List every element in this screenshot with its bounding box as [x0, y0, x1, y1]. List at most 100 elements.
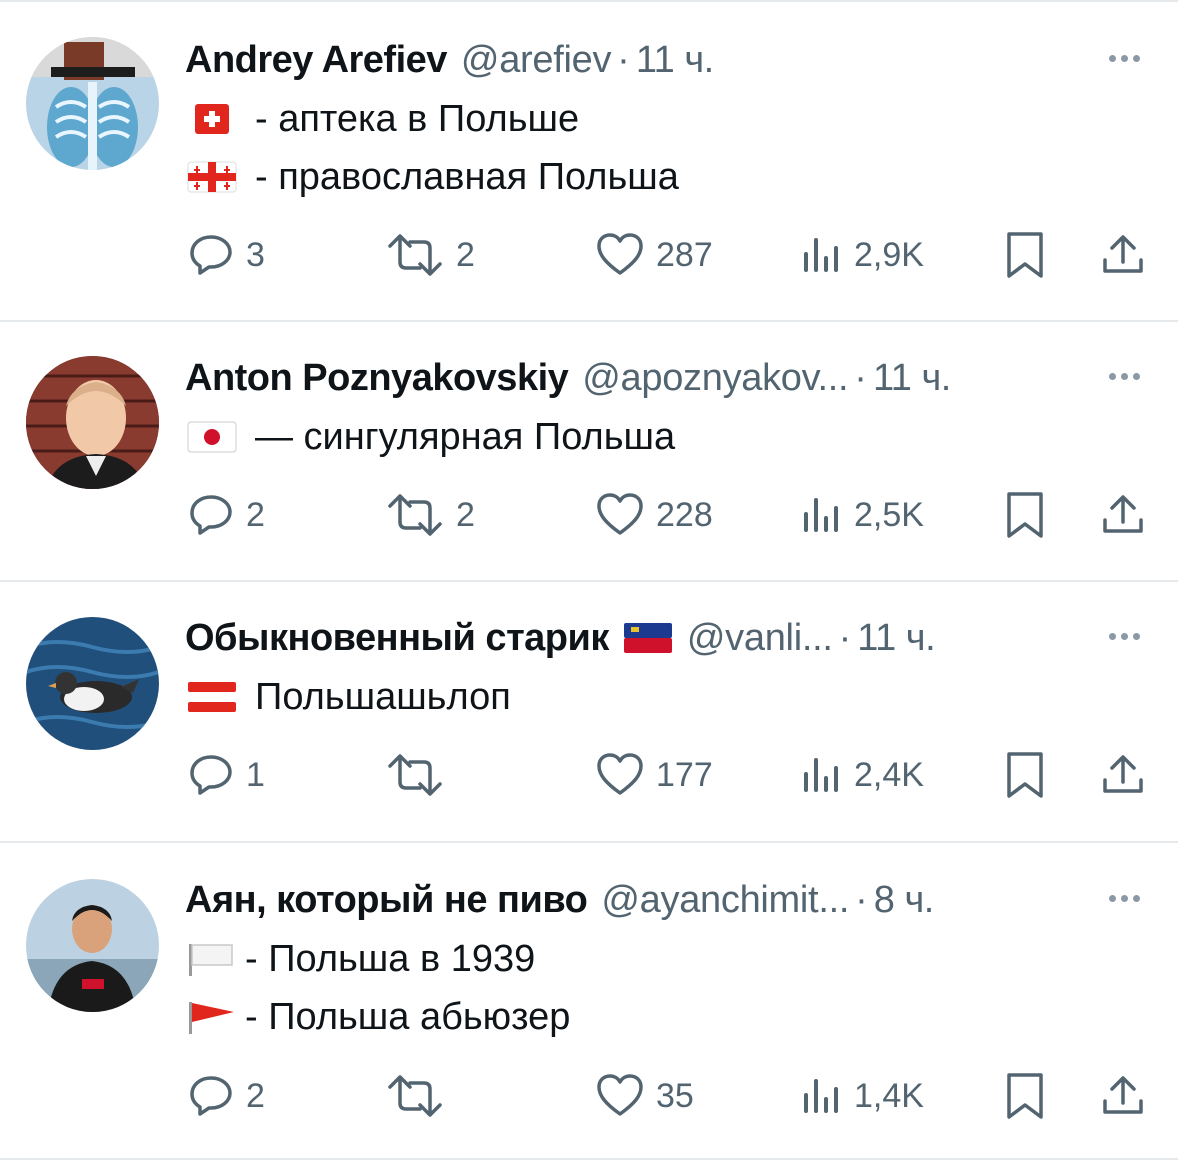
author-name[interactable]: Andrey Arefiev	[185, 39, 447, 82]
tweet-header: Обыкновенный старик @vanli... · 11 ч.	[185, 610, 936, 666]
reply-icon	[190, 235, 232, 275]
bookmark-button[interactable]	[1004, 225, 1046, 285]
like-count: 287	[656, 235, 713, 274]
separator-dot: ·	[855, 878, 868, 921]
like-button[interactable]: 177	[596, 745, 713, 805]
switzerland-flag-icon	[187, 102, 237, 136]
more-icon[interactable]	[1098, 356, 1150, 396]
timestamp[interactable]: 11 ч.	[857, 617, 935, 660]
red-triangular-flag-icon	[187, 1000, 237, 1034]
views-icon	[804, 498, 838, 532]
repost-button[interactable]	[386, 745, 456, 805]
tweet-header: Anton Poznyakovskiy @apoznyakov... · 11 …	[185, 350, 951, 406]
timeline: Andrey Arefiev @arefiev · 11 ч. - аптека…	[0, 0, 1178, 1162]
like-button[interactable]: 35	[596, 1066, 694, 1126]
tweet-text: Польшашьлоп	[255, 675, 511, 718]
tweet-text-line: - православная Польша	[187, 148, 679, 206]
avatar[interactable]	[26, 879, 159, 1012]
author-handle[interactable]: @vanli...	[687, 617, 833, 660]
reply-icon	[190, 755, 232, 795]
share-button[interactable]	[1100, 225, 1146, 285]
views-count: 1,4K	[854, 1076, 924, 1115]
repost-button[interactable]	[386, 1066, 456, 1126]
views-count: 2,9K	[854, 235, 924, 274]
timestamp[interactable]: 11 ч.	[873, 357, 951, 400]
bookmark-button[interactable]	[1004, 745, 1046, 805]
separator-dot: ·	[838, 616, 852, 659]
reply-count: 3	[246, 235, 265, 274]
tweet-actions: 3 2 287 2,9K	[0, 225, 1178, 285]
repost-icon	[388, 754, 442, 796]
tweet-actions: 2 2 228 2,5K	[0, 485, 1178, 545]
repost-button[interactable]: 2	[386, 485, 475, 545]
bookmark-button[interactable]	[1004, 485, 1046, 545]
japan-flag-icon	[187, 420, 237, 454]
georgia-flag-icon	[187, 160, 237, 194]
views-count: 2,5K	[854, 495, 924, 534]
like-button[interactable]: 228	[596, 485, 713, 545]
white-flag-icon	[187, 942, 237, 976]
separator-dot: ·	[617, 38, 630, 81]
heart-icon	[597, 1074, 643, 1116]
tweet-text-line: - аптека в Польше	[187, 90, 579, 148]
repost-icon	[388, 1075, 442, 1117]
repost-count: 2	[456, 235, 475, 274]
repost-button[interactable]: 2	[386, 225, 475, 285]
tweet-text-line: - Польша абьюзер	[187, 988, 570, 1046]
timestamp[interactable]: 8 ч.	[874, 879, 935, 922]
tweet-text-line: — сингулярная Польша	[187, 408, 675, 466]
reply-icon	[190, 1076, 232, 1116]
heart-icon	[597, 753, 643, 795]
share-button[interactable]	[1100, 745, 1146, 805]
tweet-actions: 2 35 1,4K	[0, 1066, 1178, 1126]
reply-count: 2	[246, 495, 265, 534]
reply-button[interactable]: 1	[188, 745, 265, 805]
repost-icon	[388, 234, 442, 276]
tweet-text: - православная Польша	[255, 155, 679, 198]
views-button[interactable]: 2,4K	[802, 745, 924, 805]
reply-button[interactable]: 2	[188, 1066, 265, 1126]
tweet-text: - аптека в Польше	[255, 97, 580, 140]
reply-button[interactable]: 3	[188, 225, 265, 285]
heart-icon	[597, 493, 643, 535]
bookmark-icon	[1007, 752, 1043, 798]
reply-button[interactable]: 2	[188, 485, 265, 545]
timestamp[interactable]: 11 ч.	[636, 39, 714, 82]
tweet-text-line: - Польша в 1939	[187, 930, 535, 988]
views-button[interactable]: 2,9K	[802, 225, 924, 285]
author-name[interactable]: Обыкновенный старик	[185, 617, 609, 660]
divider	[0, 580, 1178, 582]
bookmark-button[interactable]	[1004, 1066, 1046, 1126]
more-icon[interactable]	[1098, 878, 1150, 918]
more-icon[interactable]	[1098, 616, 1150, 656]
divider	[0, 841, 1178, 843]
avatar[interactable]	[26, 356, 159, 489]
bookmark-icon	[1007, 232, 1043, 278]
author-handle[interactable]: @apoznyakov...	[582, 357, 848, 400]
share-button[interactable]	[1100, 1066, 1146, 1126]
like-button[interactable]: 287	[596, 225, 713, 285]
xray-avatar-image	[26, 37, 159, 170]
avatar[interactable]	[26, 617, 159, 750]
views-button[interactable]: 1,4K	[802, 1066, 924, 1126]
like-count: 177	[656, 755, 713, 794]
more-icon[interactable]	[1098, 38, 1150, 78]
repost-count: 2	[456, 495, 475, 534]
avatar[interactable]	[26, 37, 159, 170]
share-icon	[1103, 755, 1143, 793]
author-name[interactable]: Аян, который не пиво	[185, 879, 588, 922]
views-icon	[804, 238, 838, 272]
share-button[interactable]	[1100, 485, 1146, 545]
bird-on-water-avatar-image	[26, 617, 159, 750]
divider	[0, 320, 1178, 322]
author-name[interactable]: Anton Poznyakovskiy	[185, 357, 569, 400]
author-handle[interactable]: @ayanchimit...	[601, 879, 849, 922]
repost-icon	[388, 494, 442, 536]
author-handle[interactable]: @arefiev	[461, 39, 612, 82]
person-avatar-image	[26, 356, 159, 489]
bookmark-icon	[1007, 1073, 1043, 1119]
tweet-header: Аян, который не пиво @ayanchimit... · 8 …	[185, 872, 934, 928]
views-button[interactable]: 2,5K	[802, 485, 924, 545]
tweet-header: Andrey Arefiev @arefiev · 11 ч.	[185, 32, 714, 88]
heart-icon	[597, 233, 643, 275]
